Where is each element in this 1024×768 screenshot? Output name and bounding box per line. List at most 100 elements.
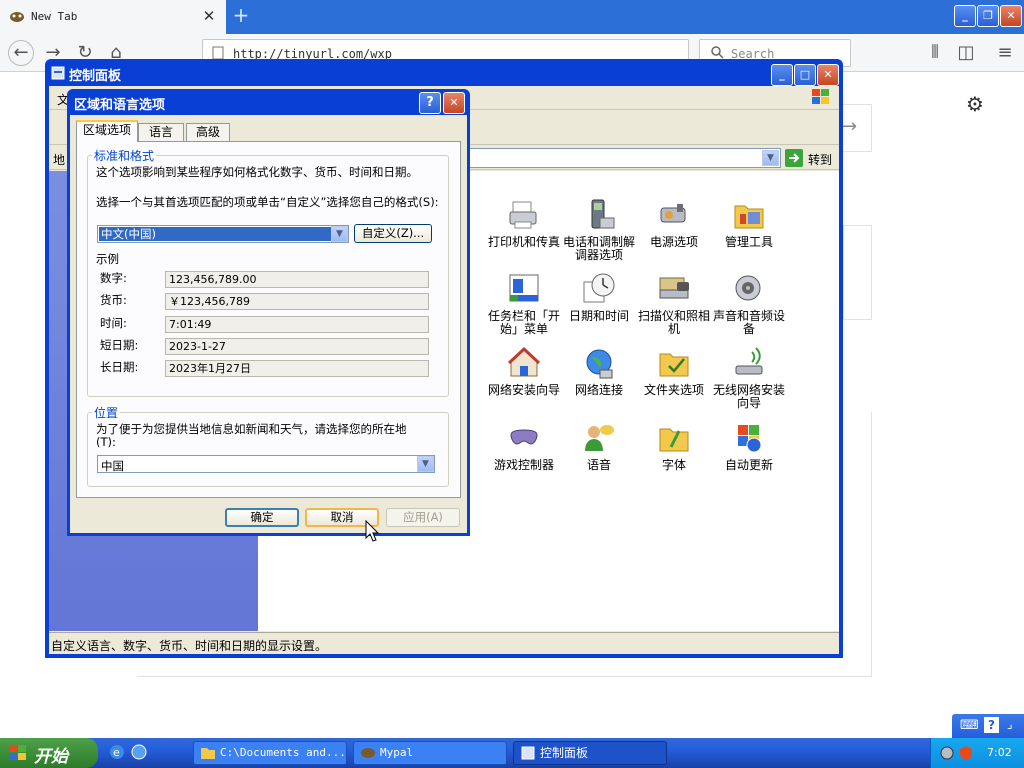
help-language-icon[interactable]: ?: [984, 717, 999, 733]
cp-item-label: 电源选项: [649, 235, 698, 249]
cp-close-button[interactable]: ✕: [817, 64, 839, 86]
cp-item-network-connections[interactable]: 网络连接: [559, 346, 639, 397]
cp-item-printers[interactable]: 打印机和传真: [484, 198, 564, 249]
new-tab-button[interactable]: +: [229, 4, 253, 28]
ie-quicklaunch-icon[interactable]: e: [108, 743, 126, 761]
task-mypal[interactable]: Mypal: [353, 741, 507, 765]
cp-item-label: 任务栏和「开始」菜单: [487, 309, 560, 336]
cp-address-input[interactable]: ▼: [467, 148, 781, 168]
cp-item-game-controllers[interactable]: 游戏控制器: [484, 421, 564, 472]
cp-item-label: 网络安装向导: [487, 383, 560, 397]
printer-icon: [507, 198, 541, 232]
cp-maximize-button[interactable]: □: [794, 64, 816, 86]
power-icon: [657, 198, 691, 232]
cp-item-label: 语音: [586, 458, 611, 472]
format-dropdown-chevron-icon[interactable]: ▼: [331, 226, 348, 242]
ok-button[interactable]: 确定: [225, 508, 299, 527]
cp-item-label: 游戏控制器: [493, 458, 554, 472]
language-bar: ⌨ ? ⌟: [952, 714, 1024, 738]
newtab-settings-gear-icon[interactable]: ⚙: [966, 92, 984, 116]
cp-item-admin-tools[interactable]: 管理工具: [709, 198, 789, 249]
cp-item-label: 自动更新: [724, 458, 773, 472]
standards-group-label: 标准和格式: [92, 147, 157, 164]
clock-text[interactable]: 7:02: [987, 746, 1012, 759]
cp-item-network-setup[interactable]: 网络安装向导: [484, 346, 564, 397]
browser-tab[interactable]: New Tab ✕: [0, 0, 226, 34]
sample-currency-value: ￥123,456,789: [165, 293, 429, 310]
cp-item-power[interactable]: 电源选项: [634, 198, 714, 249]
format-select[interactable]: 中文(中国) ▼: [97, 225, 349, 243]
go-button-label: 转到: [808, 153, 833, 167]
sidebar-icon[interactable]: ◫: [953, 40, 979, 66]
cp-item-phone-modem[interactable]: 电话和调制解调器选项: [559, 198, 639, 262]
help-button[interactable]: ?: [419, 92, 441, 114]
cp-item-label: 电话和调制解调器选项: [562, 235, 635, 262]
cp-minimize-button[interactable]: _: [771, 64, 793, 86]
cp-item-speech[interactable]: 语音: [559, 421, 639, 472]
sample-currency-label: 货币:: [100, 293, 127, 307]
keyboard-icon[interactable]: ⌨: [960, 718, 979, 733]
task-control-panel[interactable]: 控制面板: [513, 741, 667, 765]
globe-icon: [582, 346, 616, 380]
folder-icon: [200, 745, 216, 761]
home-network-icon: [507, 346, 541, 380]
sample-short-date-label: 短日期:: [100, 338, 139, 352]
windows-update-icon: [732, 421, 766, 455]
location-dropdown-chevron-icon[interactable]: ▼: [417, 456, 434, 472]
cp-item-sound[interactable]: 声音和音频设备: [709, 272, 789, 336]
samples-label: 示例: [96, 252, 119, 266]
cp-item-date-time[interactable]: 日期和时间: [559, 272, 639, 323]
location-description: 为了便于为您提供当地信息如新闻和天气，请选择您的所在地(T):: [96, 422, 407, 449]
back-icon[interactable]: ←: [8, 40, 34, 66]
cp-item-auto-update[interactable]: 自动更新: [709, 421, 789, 472]
close-window-button[interactable]: ✕: [1000, 5, 1022, 27]
chevron-down-icon[interactable]: ▼: [762, 150, 779, 166]
mypal-favicon-icon: [9, 9, 25, 25]
cp-item-fonts[interactable]: 字体: [634, 421, 714, 472]
mypal-quicklaunch-icon[interactable]: [130, 743, 148, 761]
start-label: 开始: [34, 747, 68, 767]
speech-icon: [582, 421, 616, 455]
cp-status-text: 自定义语言、数字、货币、时间和日期的显示设置。: [51, 639, 328, 653]
tab-close-icon[interactable]: ✕: [199, 6, 219, 26]
cp-item-taskbar[interactable]: 任务栏和「开始」菜单: [484, 272, 564, 336]
apply-button[interactable]: 应用(A): [386, 508, 460, 527]
language-bar-options-icon[interactable]: ⌟: [1007, 717, 1013, 731]
dialog-close-button[interactable]: ✕: [443, 92, 465, 114]
network-tray-icon[interactable]: [939, 745, 955, 761]
location-select[interactable]: 中国 ▼: [97, 455, 435, 473]
clock-icon: [582, 272, 616, 306]
library-icon[interactable]: ⫴: [922, 40, 948, 66]
select-format-description: 选择一个与其首选项匹配的项或单击“自定义”选择您自己的格式(S):: [96, 195, 439, 209]
go-button[interactable]: 转到: [785, 148, 835, 168]
cp-address-label: 地: [53, 153, 66, 167]
cp-item-label: 日期和时间: [568, 309, 629, 323]
sample-time-value: 7:01:49: [165, 316, 429, 333]
cp-item-folder-options[interactable]: 文件夹选项: [634, 346, 714, 397]
page-info-icon: [211, 46, 225, 60]
task-label: C:\Documents and...: [220, 746, 346, 759]
tab-panel: 标准和格式 这个选项影响到某些程序如何格式化数字、货币、时间和日期。 选择一个与…: [76, 141, 461, 498]
gamepad-icon: [507, 421, 541, 455]
restore-button[interactable]: ❐: [977, 5, 999, 27]
tab-advanced[interactable]: 高级: [186, 123, 230, 141]
windows-logo-icon: [811, 88, 831, 106]
cp-item-label: 字体: [661, 458, 686, 472]
newtab-tile: [843, 225, 872, 320]
customize-button[interactable]: 自定义(Z)...: [354, 224, 432, 243]
tab-regional-options[interactable]: 区域选项: [76, 120, 138, 142]
control-panel-icon: [50, 65, 66, 81]
minimize-button[interactable]: _: [954, 5, 976, 27]
taskbar-icon: [507, 272, 541, 306]
start-button[interactable]: 开始: [0, 738, 98, 768]
task-explorer[interactable]: C:\Documents and...: [193, 741, 347, 765]
cp-item-scanners[interactable]: 扫描仪和照相机: [634, 272, 714, 336]
cp-item-wireless[interactable]: 无线网络安装向导: [709, 346, 789, 410]
cp-item-label: 打印机和传真: [487, 235, 560, 249]
menu-icon[interactable]: ≡: [992, 40, 1018, 66]
security-tray-icon[interactable]: [958, 745, 974, 761]
search-icon: [710, 45, 724, 59]
sample-long-date-value: 2023年1月27日: [165, 360, 429, 377]
tab-languages[interactable]: 语言: [138, 123, 184, 141]
sample-number-label: 数字:: [100, 271, 127, 285]
